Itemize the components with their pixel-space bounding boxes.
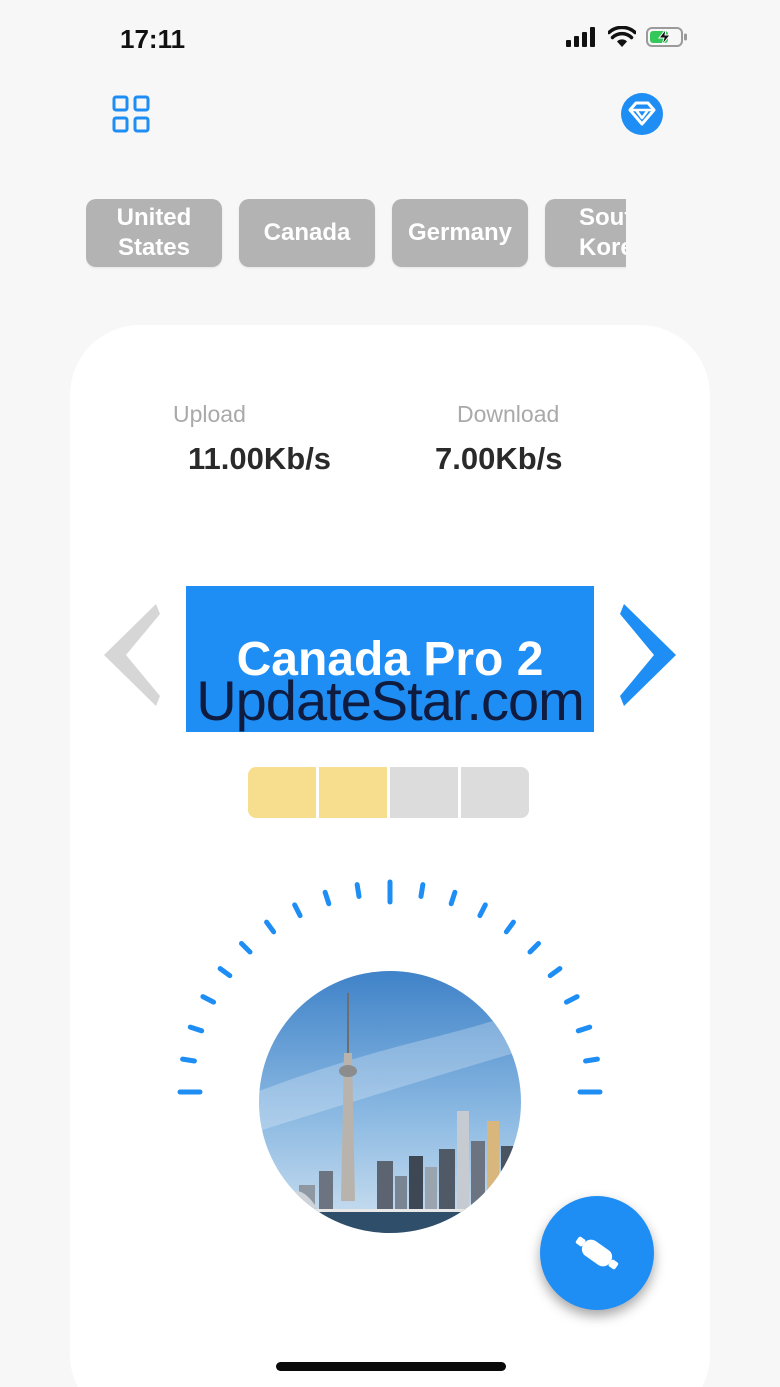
vpn-screen: 17:11 United States Canada Germany Sou K… — [0, 0, 780, 1387]
next-server-button[interactable] — [614, 600, 684, 710]
gauge-tick — [477, 902, 488, 919]
home-indicator — [276, 1362, 506, 1371]
chevron-right-icon — [620, 604, 676, 706]
download-speed: 7.00Kb/s — [435, 441, 563, 476]
country-chip-germany[interactable]: Germany — [392, 199, 528, 267]
gauge-tick — [200, 994, 217, 1005]
gauge-tick — [448, 889, 458, 907]
signal-bar — [319, 767, 387, 818]
premium-button[interactable] — [614, 86, 670, 142]
status-time: 17:11 — [120, 24, 186, 54]
server-name-box: Canada Pro 2 UpdateStar.com — [186, 586, 594, 732]
gauge-tick — [354, 882, 362, 899]
gauge-tick — [239, 941, 253, 955]
watermark-text: UpdateStar.com — [196, 669, 585, 732]
gauge-tick — [187, 1024, 205, 1034]
server-location-image — [259, 971, 521, 1233]
gauge-tick — [292, 902, 303, 919]
gauge-tick — [418, 882, 426, 899]
gauge-tick — [322, 889, 332, 907]
battery-charging-icon — [646, 27, 687, 47]
signal-bar — [390, 767, 458, 818]
country-chip-south-korea[interactable]: South Korea — [545, 199, 626, 267]
country-selector: United States Canada Germany South Korea — [86, 199, 626, 271]
gauge-tick — [583, 1056, 600, 1064]
grid-icon — [112, 95, 150, 133]
menu-button[interactable] — [103, 86, 159, 142]
gauge-tick — [575, 1024, 593, 1034]
signal-strength — [248, 767, 529, 818]
country-chip-united-states[interactable]: United States — [86, 199, 222, 267]
connect-button[interactable] — [540, 1196, 654, 1310]
signal-bar — [461, 767, 529, 818]
upload-label: Upload — [173, 401, 246, 427]
prev-server-button[interactable] — [96, 600, 166, 710]
status-icons — [566, 26, 688, 48]
chevron-left-icon — [104, 604, 160, 706]
gauge-tick — [264, 919, 277, 935]
gauge-tick — [180, 1056, 197, 1064]
gauge-tick — [503, 919, 516, 935]
signal-bar — [248, 767, 316, 818]
diamond-icon — [621, 93, 663, 135]
download-label: Download — [457, 401, 560, 427]
cellular-signal-icon — [566, 27, 595, 47]
plug-icon — [575, 1236, 619, 1270]
gauge-tick — [217, 966, 233, 979]
upload-speed: 11.00Kb/s — [188, 441, 332, 476]
country-chip-canada[interactable]: Canada — [239, 199, 375, 267]
gauge-tick — [527, 941, 541, 955]
gauge-tick — [563, 994, 580, 1005]
gauge-tick — [547, 966, 563, 979]
wifi-icon — [608, 26, 636, 47]
